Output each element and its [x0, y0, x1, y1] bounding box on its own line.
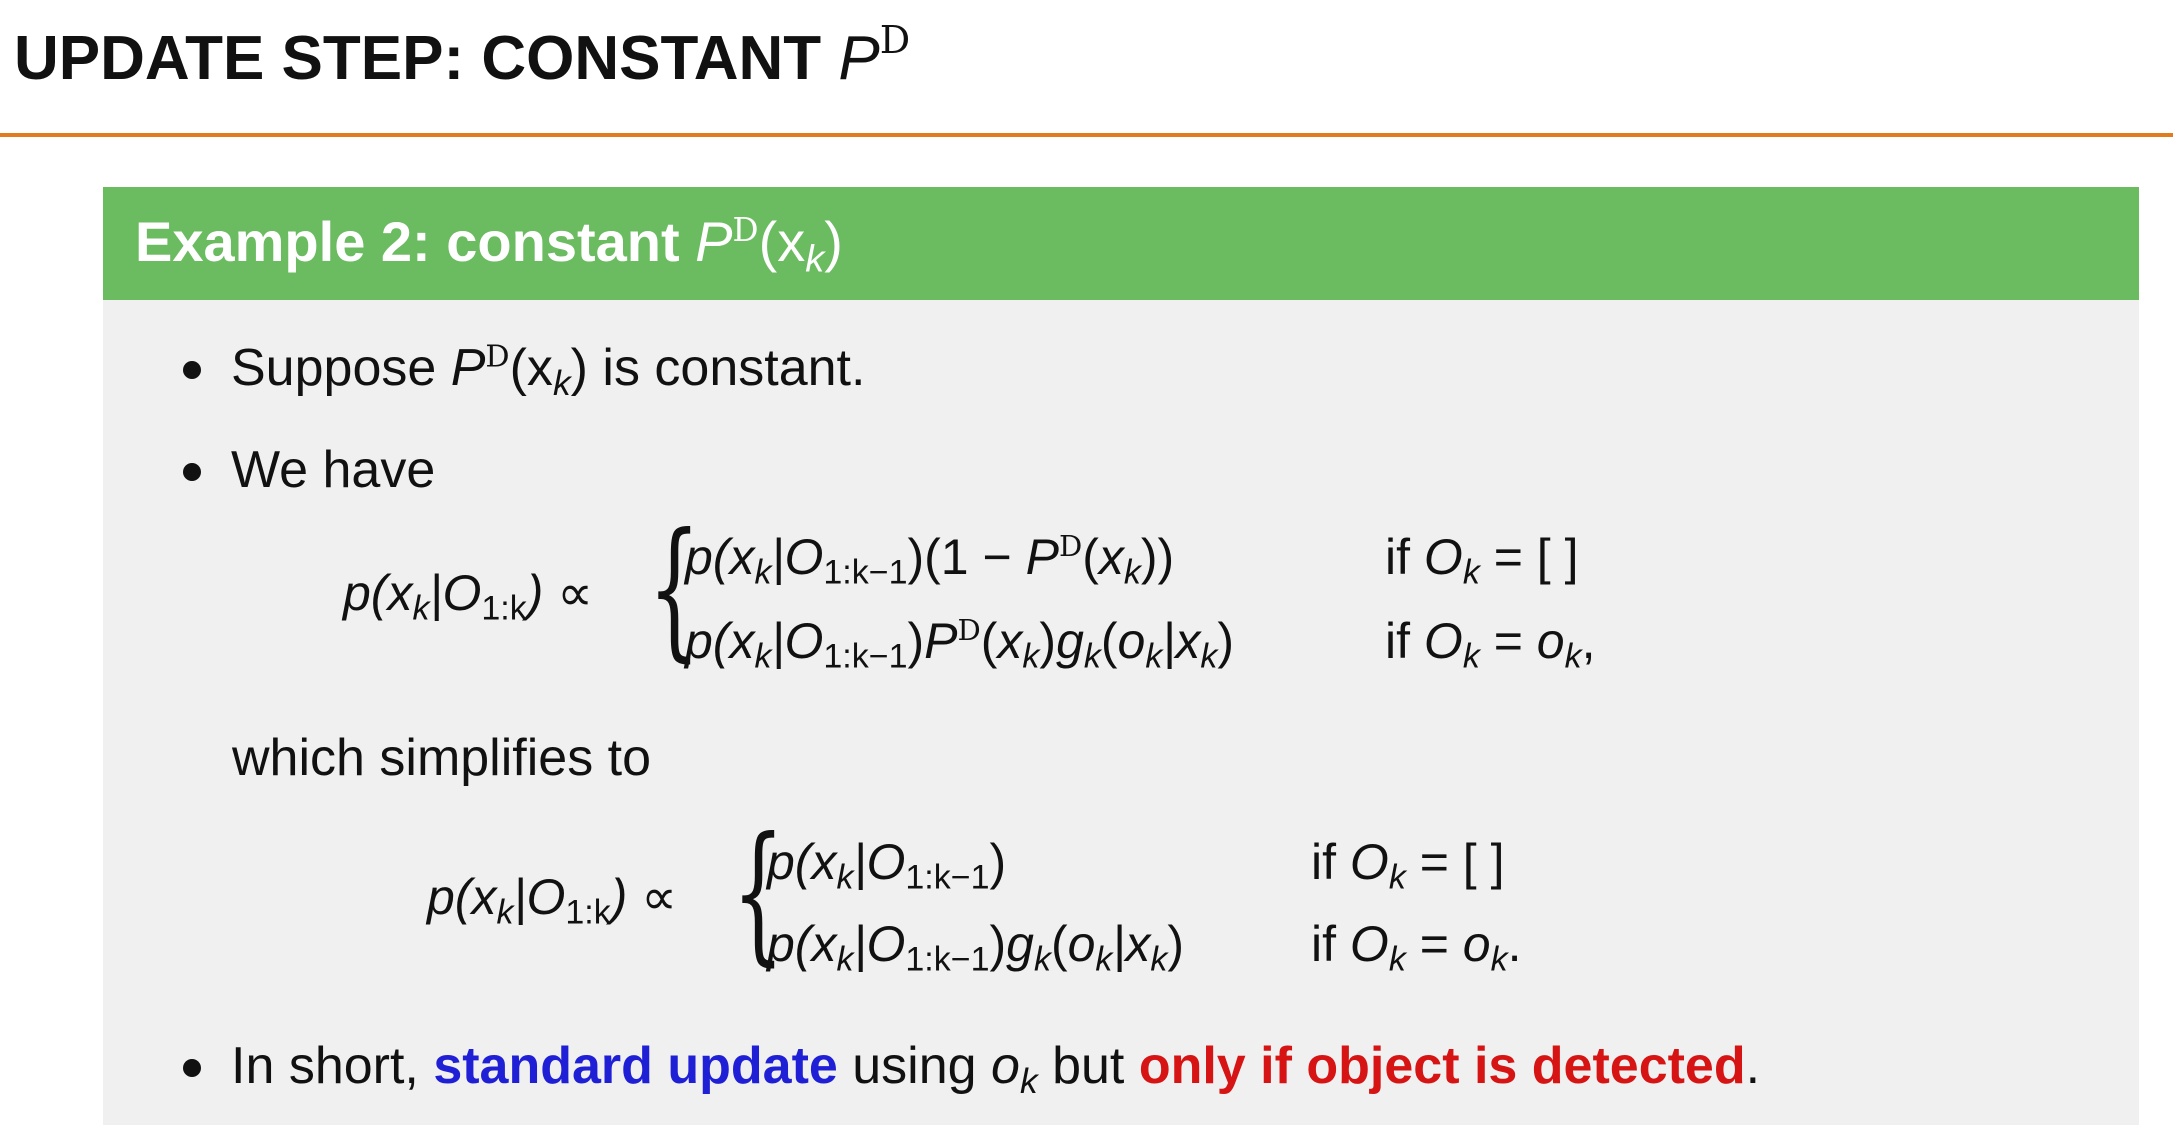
title-divider — [0, 133, 2173, 137]
eq2-lhs: p(xk|O1:k) ∝ — [427, 869, 677, 932]
slide-title-text: UPDATE STEP: CONSTANT — [14, 24, 839, 93]
eq1-cond1: if Ok = [ ] — [1385, 529, 1579, 592]
slide-title-symbol: PD — [838, 18, 911, 93]
eq1-case1: p(xk|O1:k−1)(1 − PD(xk)) — [685, 529, 1175, 592]
detected-highlight: only if object is detected — [1138, 1037, 1746, 1095]
eq2-cond2: if Ok = ok. — [1311, 916, 1522, 979]
simplifies-text: which simplifies to — [232, 729, 652, 787]
example-title-symbol: PD(xk) — [695, 210, 843, 281]
slide-title: UPDATE STEP: CONSTANT PD — [14, 18, 910, 94]
example-block-header: Example 2: constant PD(xk) — [103, 187, 2139, 300]
standard-update-highlight: standard update — [433, 1037, 838, 1095]
pd-symbol: PD(xk) — [450, 339, 588, 403]
eq2-cond1: if Ok = [ ] — [1311, 834, 1505, 897]
eq2-case1: p(xk|O1:k−1) — [767, 834, 1007, 897]
eq1-case2: p(xk|O1:k−1)PD(xk)gk(ok|xk) — [685, 613, 1235, 676]
eq1-cond2: if Ok = ok, — [1385, 613, 1596, 676]
eq1-lhs: p(xk|O1:k) ∝ — [343, 565, 593, 628]
eq2-case2: p(xk|O1:k−1)gk(ok|xk) — [767, 916, 1185, 979]
example-title-text: Example 2: constant — [135, 210, 696, 273]
